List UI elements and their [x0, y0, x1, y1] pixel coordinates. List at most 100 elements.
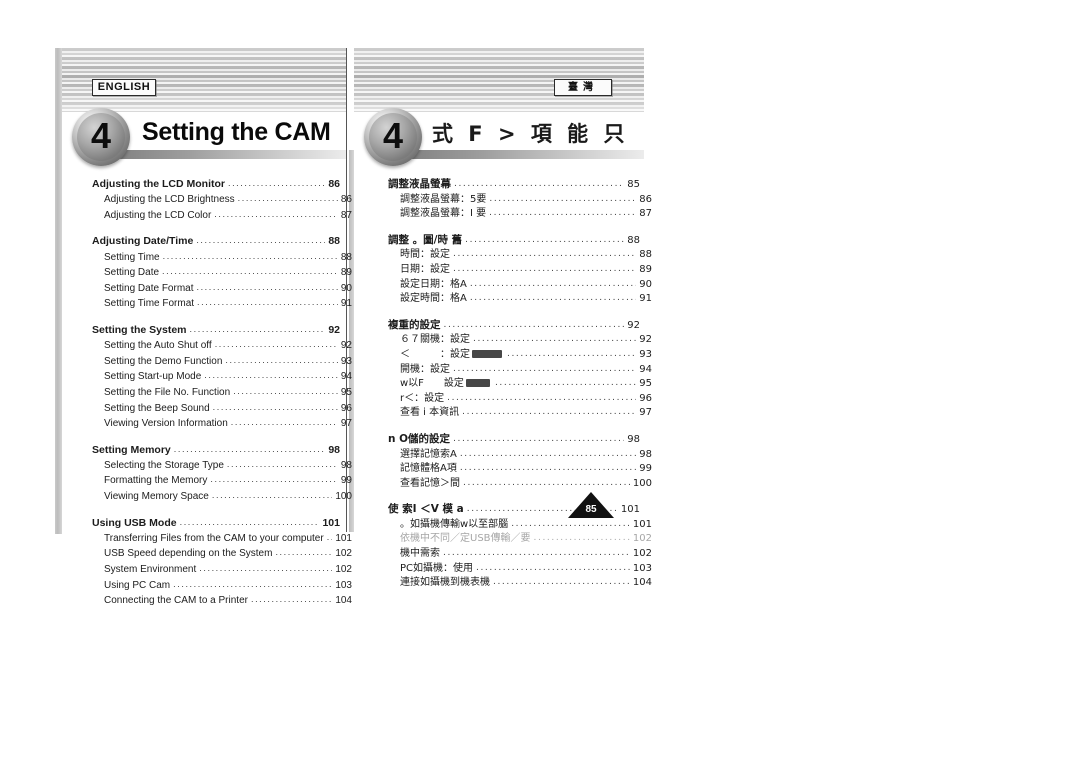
toc-entry-page-number: 98 — [627, 433, 640, 445]
toc-section-entry[interactable]: 調整 。圖/時 舊...............................… — [388, 234, 640, 247]
toc-subsection-entry[interactable]: Using PC Cam............................… — [92, 579, 352, 592]
toc-subsection-entry[interactable]: Setting the Demo Function...............… — [92, 355, 352, 368]
toc-section-entry[interactable]: Adjusting Date/Time.....................… — [92, 235, 340, 247]
toc-section-entry[interactable]: Adjusting the LCD Monitor...............… — [92, 178, 340, 190]
toc-leader-dots: ........................................… — [204, 370, 338, 381]
toc-subsection-entry[interactable]: w以F 設定..................................… — [388, 378, 652, 390]
page-number: 85 — [585, 504, 597, 515]
toc-leader-dots: ........................................… — [212, 401, 338, 412]
toc-entry-label: 調整液晶螢幕：I 要 — [400, 208, 487, 220]
toc-subsection-entry[interactable]: 依機中不同／定USB傳輸／要..........................… — [388, 533, 652, 545]
toc-entry-page-number: 98 — [340, 459, 352, 471]
toc-entry-page-number: 101 — [322, 516, 340, 529]
toc-entry-label: ＜ ：設定 — [400, 349, 504, 361]
toc-subsection-entry[interactable]: 開機：設定...................................… — [388, 364, 652, 376]
toc-subsection-entry[interactable]: 日期：設定...................................… — [388, 264, 652, 276]
toc-subsection-entry[interactable]: 調整液晶螢幕：I 要..............................… — [388, 208, 652, 220]
toc-entry-page-number: 96 — [639, 392, 652, 404]
toc-leader-dots: ........................................… — [533, 533, 630, 544]
toc-subsection-entry[interactable]: 連接如攝機到機表機...............................… — [388, 577, 652, 589]
toc-subsection-entry[interactable]: 記憶體格A項..................................… — [388, 463, 652, 475]
toc-subsection-entry[interactable]: r＜：設定...................................… — [388, 393, 652, 405]
toc-entry-label: Setting Start-up Mode — [104, 371, 202, 383]
toc-entry-page-number: 92 — [627, 319, 640, 331]
toc-subsection-entry[interactable]: Adjusting the LCD Brightness............… — [92, 193, 352, 206]
toc-entry-label: 日期：設定 — [400, 263, 450, 275]
toc-section-entry[interactable]: 複重的設定...................................… — [388, 319, 640, 332]
toc-subsection-entry[interactable]: ＜ ：設定...................................… — [388, 349, 652, 361]
toc-section-entry[interactable]: Setting Memory..........................… — [92, 444, 340, 456]
toc-entry-label: 機中需索 — [400, 548, 440, 560]
toc-leader-dots: ........................................… — [476, 562, 630, 573]
toc-leader-dots: ........................................… — [443, 548, 630, 559]
toc-subsection-entry[interactable]: 設定日期：格A.................................… — [388, 279, 652, 291]
toc-entry-page-number: 95 — [340, 386, 352, 398]
toc-entry-label: 依機中不同／定USB傳輸／要 — [400, 533, 531, 545]
toc-leader-dots: ........................................… — [226, 458, 338, 469]
toc-leader-dots: ........................................… — [162, 250, 338, 261]
toc-entry-label: 。如攝機傳輸w以至部腦 — [400, 518, 509, 530]
toc-entry-label: Adjusting the LCD Color — [104, 209, 212, 221]
toc-entry-page-number: 102 — [335, 548, 352, 560]
toc-section-entry[interactable]: 調整液晶螢幕..................................… — [388, 178, 640, 191]
toc-entry-label: 查看 i 本資訊 — [400, 407, 460, 419]
toc-leader-dots: ........................................… — [179, 516, 320, 527]
toc-subsection-entry[interactable]: 。如攝機傳輸w以至部腦.............................… — [388, 519, 652, 531]
toc-subsection-entry[interactable]: Connecting the CAM to a Printer.........… — [92, 594, 352, 607]
toc-subsection-entry[interactable]: Selecting the Storage Type..............… — [92, 459, 352, 472]
toc-leader-dots: ........................................… — [469, 278, 636, 289]
toc-subsection-entry[interactable]: PC如攝機：使用................................… — [388, 563, 652, 575]
toc-subsection-entry[interactable]: Setting the Auto Shut off...............… — [92, 339, 352, 352]
toc-entry-page-number: 92 — [639, 334, 652, 346]
toc-subsection-entry[interactable]: 調整液晶螢幕：5要...............................… — [388, 194, 652, 206]
toc-subsection-entry[interactable]: Setting the File No. Function...........… — [92, 386, 352, 399]
toc-subsection-entry[interactable]: 機中需索....................................… — [388, 548, 652, 560]
toc-entry-page-number: 87 — [639, 208, 652, 220]
toc-subsection-entry[interactable]: Transferring Files from the CAM to your … — [92, 532, 352, 545]
toc-subsection-entry[interactable]: Setting Date............................… — [92, 266, 352, 279]
toc-entry-label: 開機：設定 — [400, 363, 450, 375]
toc-subsection-entry[interactable]: 選擇記憶索A..................................… — [388, 449, 652, 461]
toc-section-entry[interactable]: n O儲的設定.................................… — [388, 433, 640, 446]
toc-subsection-entry[interactable]: Adjusting the LCD Color.................… — [92, 209, 352, 222]
toc-group-gap — [388, 223, 640, 234]
toc-entry-label: n O儲的設定 — [388, 432, 451, 445]
toc-subsection-entry[interactable]: 設定時間：格A.................................… — [388, 293, 652, 305]
toc-leader-dots: ........................................… — [233, 385, 338, 396]
toc-subsection-entry[interactable]: Setting Start-up Mode...................… — [92, 370, 352, 383]
toc-entry-label: Using PC Cam — [104, 579, 171, 591]
toc-subsection-entry[interactable]: 查看 i 本資訊................................… — [388, 407, 652, 419]
chapter-number-sphere-right: 4 — [364, 108, 422, 166]
toc-section-entry[interactable]: Using USB Mode..........................… — [92, 517, 340, 529]
toc-subsection-entry[interactable]: ６７關機：設定.................................… — [388, 334, 652, 346]
toc-subsection-entry[interactable]: Setting Time Format.....................… — [92, 297, 352, 310]
toc-subsection-entry[interactable]: USB Speed depending on the System.......… — [92, 547, 352, 560]
toc-subsection-entry[interactable]: Formatting the Memory...................… — [92, 474, 352, 487]
toc-entry-page-number: 88 — [639, 249, 652, 261]
toc-leader-dots: ........................................… — [210, 474, 338, 485]
toc-subsection-entry[interactable]: Viewing Memory Space....................… — [92, 490, 352, 503]
toc-leader-dots: ........................................… — [275, 547, 333, 558]
toc-entry-label: 設定時間：格A — [400, 293, 467, 305]
toc-leader-dots: ........................................… — [453, 263, 636, 274]
toc-subsection-entry[interactable]: Setting the Beep Sound..................… — [92, 402, 352, 415]
toc-leader-dots: ........................................… — [454, 179, 624, 189]
toc-leader-dots: ........................................… — [196, 281, 337, 292]
toc-leader-dots: ........................................… — [211, 490, 332, 501]
toc-entry-label: Setting Time — [104, 251, 160, 263]
toc-entry-label: 時間：設定 — [400, 249, 450, 261]
toc-entry-label: System Environment — [104, 564, 197, 576]
toc-entry-page-number: 101 — [335, 532, 352, 544]
toc-subsection-entry[interactable]: System Environment......................… — [92, 563, 352, 576]
toc-entry-page-number: 91 — [340, 298, 352, 310]
toc-leader-dots: ........................................… — [462, 407, 637, 418]
toc-subsection-entry[interactable]: Viewing Version Information.............… — [92, 417, 352, 430]
toc-subsection-entry[interactable]: 查看記憶＞間..................................… — [388, 478, 652, 490]
toc-subsection-entry[interactable]: 時間：設定...................................… — [388, 249, 652, 261]
toc-section-entry[interactable]: Setting the System......................… — [92, 324, 340, 336]
toc-entry-page-number: 92 — [328, 323, 340, 336]
toc-subsection-entry[interactable]: Setting Time............................… — [92, 251, 352, 264]
toc-leader-dots: ........................................… — [173, 443, 326, 454]
toc-entry-label: Setting the File No. Function — [104, 386, 231, 398]
toc-subsection-entry[interactable]: Setting Date Format.....................… — [92, 282, 352, 295]
